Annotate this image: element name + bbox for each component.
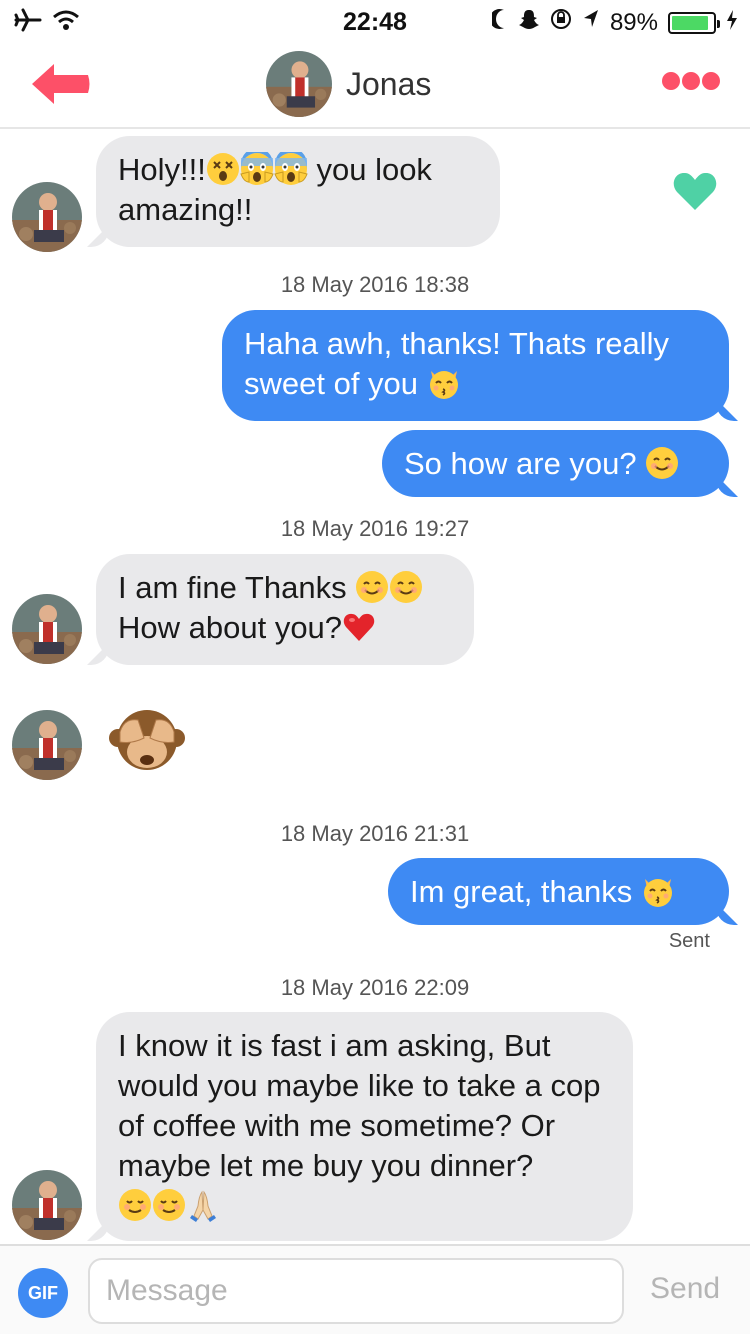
message-composer: GIF Send — [0, 1244, 750, 1334]
see-no-evil-monkey-emoji[interactable] — [108, 700, 186, 776]
relieved-face-emoji — [118, 1188, 152, 1222]
message-text: I am fine Thanks — [118, 570, 347, 605]
folded-hands-emoji — [186, 1188, 220, 1222]
rotation-lock-icon — [550, 8, 572, 37]
message-text: Holy!!! — [118, 152, 206, 187]
dot — [702, 72, 720, 90]
avatar[interactable] — [12, 1170, 82, 1240]
scream-emoji — [240, 152, 274, 186]
relieved-face-emoji — [152, 1188, 186, 1222]
outgoing-message[interactable]: Haha awh, thanks! Thats really sweet of … — [222, 310, 729, 421]
location-icon — [582, 8, 600, 37]
incoming-message[interactable]: Holy!!! you look amazing!! — [96, 136, 500, 247]
timestamp: 18 May 2016 19:27 — [280, 516, 470, 541]
avatar[interactable] — [12, 182, 82, 252]
message-text: Im great, thanks — [410, 874, 633, 909]
kissing-cat-emoji — [427, 366, 461, 400]
sent-status: Sent — [668, 930, 710, 952]
battery-icon — [668, 11, 720, 34]
timestamp: 18 May 2016 18:38 — [280, 272, 470, 297]
message-text: I know it is fast i am asking, But would… — [118, 1028, 601, 1183]
message-text: How about you? — [118, 610, 343, 645]
smiling-face-emoji — [645, 446, 679, 480]
scream-emoji — [274, 152, 308, 186]
kissing-cat-emoji — [641, 874, 675, 908]
heart-icon[interactable] — [672, 170, 718, 212]
header-avatar[interactable] — [266, 51, 332, 117]
smiling-face-emoji — [355, 570, 389, 604]
battery-percent: 89% — [609, 8, 658, 36]
chat-header: Jonas — [0, 40, 750, 129]
back-arrow-icon[interactable] — [30, 62, 92, 106]
send-button[interactable]: Send — [650, 1272, 720, 1306]
dizzy-face-emoji — [206, 152, 240, 186]
status-bar: 22:48 89% — [0, 0, 750, 40]
incoming-message[interactable]: I know it is fast i am asking, But would… — [96, 1012, 633, 1241]
smiling-face-emoji — [389, 570, 423, 604]
battery-level-fill — [672, 15, 708, 30]
message-input[interactable] — [88, 1258, 624, 1324]
avatar[interactable] — [12, 594, 82, 664]
more-dots-icon[interactable] — [662, 72, 720, 90]
message-text: So how are you? — [404, 446, 637, 481]
outgoing-message[interactable]: Im great, thanks — [388, 858, 729, 925]
charging-bolt-icon — [726, 9, 738, 37]
red-heart-emoji — [342, 610, 376, 644]
avatar[interactable] — [12, 710, 82, 780]
dot — [682, 72, 700, 90]
timestamp: 18 May 2016 22:09 — [280, 975, 470, 1000]
dot — [662, 72, 680, 90]
gif-button[interactable]: GIF — [18, 1268, 68, 1318]
moon-icon — [489, 8, 508, 37]
timestamp: 18 May 2016 21:31 — [280, 821, 470, 846]
incoming-message[interactable]: I am fine Thanks How about you? — [96, 554, 474, 665]
snapchat-icon — [518, 8, 540, 37]
contact-name[interactable]: Jonas — [346, 66, 431, 103]
outgoing-message[interactable]: So how are you? — [382, 430, 729, 497]
